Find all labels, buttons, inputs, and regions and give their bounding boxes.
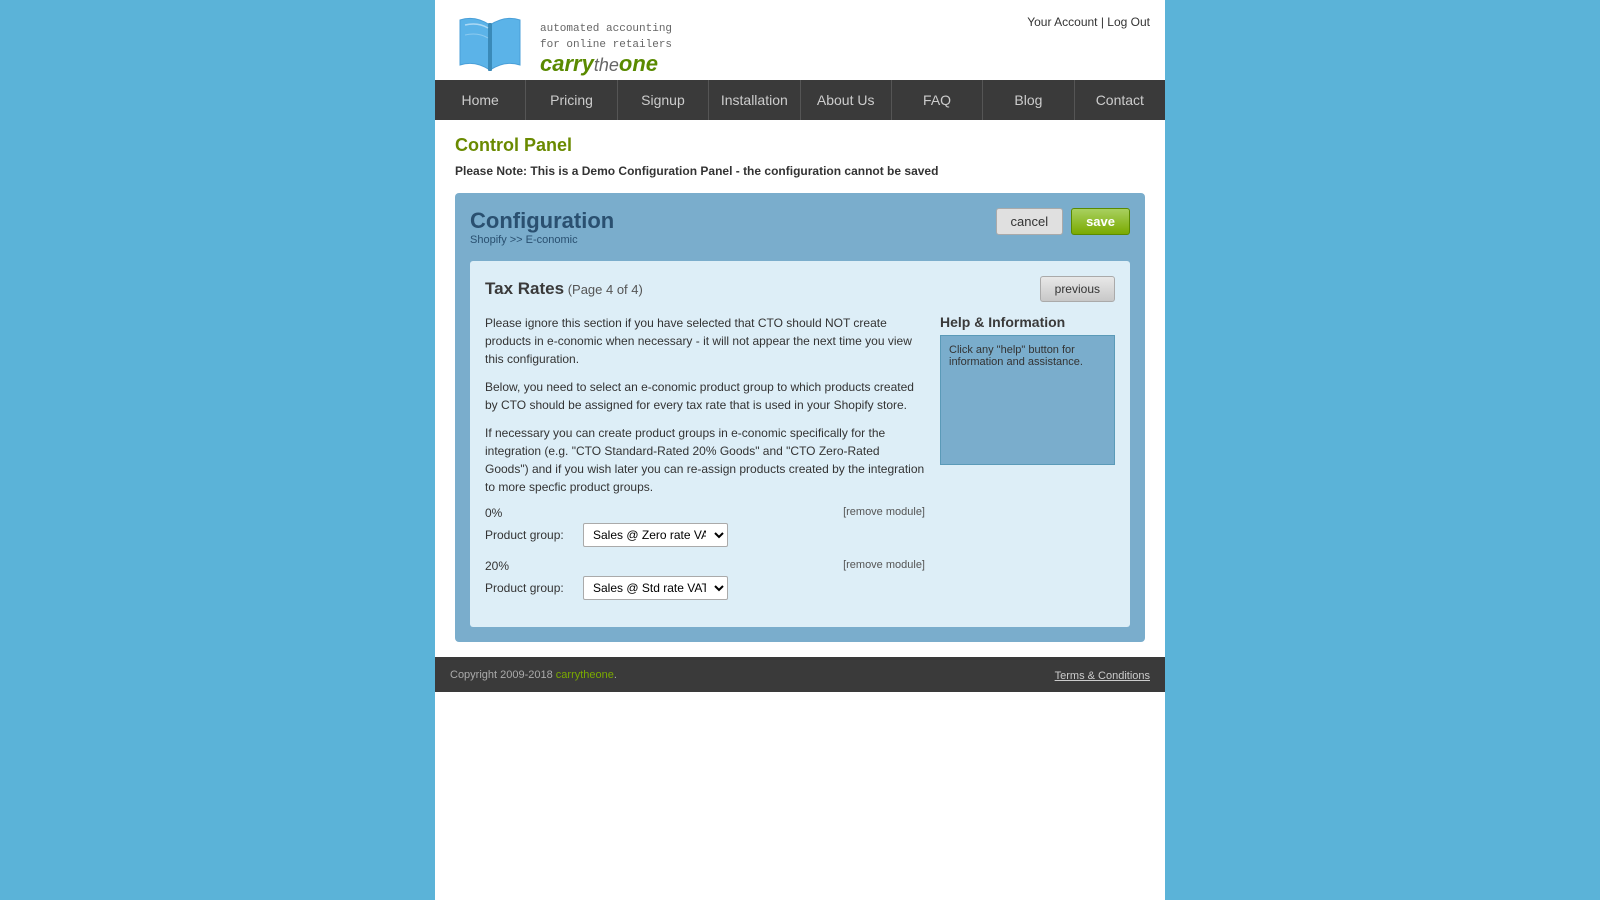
logout-link[interactable]: Log Out	[1107, 15, 1150, 29]
nav-pricing[interactable]: Pricing	[526, 80, 617, 120]
nav-installation[interactable]: Installation	[709, 80, 800, 120]
product-group-0-row: Product group: Sales @ Zero rate VAT Sal…	[485, 523, 925, 547]
tax-rate-20-row: 20% [remove module] Product group: Sales…	[485, 559, 925, 600]
rate-0-remove[interactable]: [remove module]	[843, 506, 925, 520]
footer-copyright: Copyright 2009-2018 carrytheone.	[450, 669, 617, 681]
main-content: Control Panel Please Note: This is a Dem…	[435, 120, 1165, 657]
nav-signup[interactable]: Signup	[618, 80, 709, 120]
logo-area: automated accounting for online retailer…	[450, 10, 672, 80]
tax-rates-para1: Please ignore this section if you have s…	[485, 314, 925, 368]
demo-note-text: This is a Demo Configuration Panel - the…	[530, 164, 938, 178]
help-column: Help & Information Click any "help" butt…	[940, 314, 1115, 612]
your-account-link[interactable]: Your Account	[1027, 15, 1097, 29]
previous-button[interactable]: previous	[1040, 276, 1115, 302]
cancel-button[interactable]: cancel	[996, 208, 1064, 235]
configuration-box: Configuration Shopify >> E-conomic cance…	[455, 193, 1145, 642]
product-group-20-label: Product group:	[485, 581, 575, 595]
footer-terms: Terms & Conditions	[1055, 667, 1150, 682]
help-box-title: Help & Information	[940, 314, 1115, 330]
two-col-layout: Please ignore this section if you have s…	[485, 314, 1115, 612]
help-box-content: Click any "help" button for information …	[940, 335, 1115, 465]
product-group-0-label: Product group:	[485, 528, 575, 542]
config-inner: Tax Rates (Page 4 of 4) previous Please …	[470, 261, 1130, 627]
demo-note: Please Note: This is a Demo Configuratio…	[455, 164, 1145, 178]
rate-0-percent: 0%	[485, 506, 502, 520]
logo-brand: carrytheone	[540, 53, 672, 75]
tax-rates-header: Tax Rates (Page 4 of 4) previous	[485, 276, 1115, 302]
tax-rate-0-row: 0% [remove module] Product group: Sales …	[485, 506, 925, 547]
save-button[interactable]: save	[1071, 208, 1130, 235]
terms-conditions-link[interactable]: Terms & Conditions	[1055, 670, 1150, 682]
product-group-20-select[interactable]: Sales @ Zero rate VAT Sales @ Std rate V…	[583, 576, 728, 600]
tax-rate-20-label: 20% [remove module]	[485, 559, 925, 573]
product-group-20-row: Product group: Sales @ Zero rate VAT Sal…	[485, 576, 925, 600]
tax-rates-title: Tax Rates	[485, 279, 564, 298]
tax-rate-0-label: 0% [remove module]	[485, 506, 925, 520]
config-header: Configuration Shopify >> E-conomic cance…	[470, 208, 1130, 246]
header: automated accounting for online retailer…	[435, 0, 1165, 80]
control-panel-title: Control Panel	[455, 135, 1145, 156]
tax-rates-para3: If necessary you can create product grou…	[485, 424, 925, 496]
tax-rates-para2: Below, you need to select an e-conomic p…	[485, 378, 925, 414]
nav-about[interactable]: About Us	[801, 80, 892, 120]
logo-text-area: automated accounting for online retailer…	[540, 22, 672, 80]
rate-20-percent: 20%	[485, 559, 509, 573]
header-links: Your Account | Log Out	[1027, 10, 1150, 29]
navigation: Home Pricing Signup Installation About U…	[435, 80, 1165, 120]
config-title-area: Configuration Shopify >> E-conomic	[470, 208, 614, 246]
rate-20-remove[interactable]: [remove module]	[843, 559, 925, 573]
footer: Copyright 2009-2018 carrytheone. Terms &…	[435, 657, 1165, 692]
config-buttons: cancel save	[996, 208, 1131, 235]
demo-note-prefix: Please Note:	[455, 164, 530, 178]
config-subtitle: Shopify >> E-conomic	[470, 234, 614, 246]
logo-icon	[450, 10, 530, 80]
tax-rates-page-info: (Page 4 of 4)	[568, 282, 643, 297]
tax-rates-title-area: Tax Rates (Page 4 of 4)	[485, 279, 643, 299]
nav-contact[interactable]: Contact	[1075, 80, 1165, 120]
logo-tagline: automated accounting for online retailer…	[540, 22, 672, 53]
nav-home[interactable]: Home	[435, 80, 526, 120]
nav-faq[interactable]: FAQ	[892, 80, 983, 120]
main-column: Please ignore this section if you have s…	[485, 314, 925, 612]
nav-blog[interactable]: Blog	[983, 80, 1074, 120]
footer-brand-link[interactable]: carrytheone	[556, 669, 614, 681]
config-title: Configuration	[470, 208, 614, 234]
product-group-0-select[interactable]: Sales @ Zero rate VAT Sales @ Std rate V…	[583, 523, 728, 547]
